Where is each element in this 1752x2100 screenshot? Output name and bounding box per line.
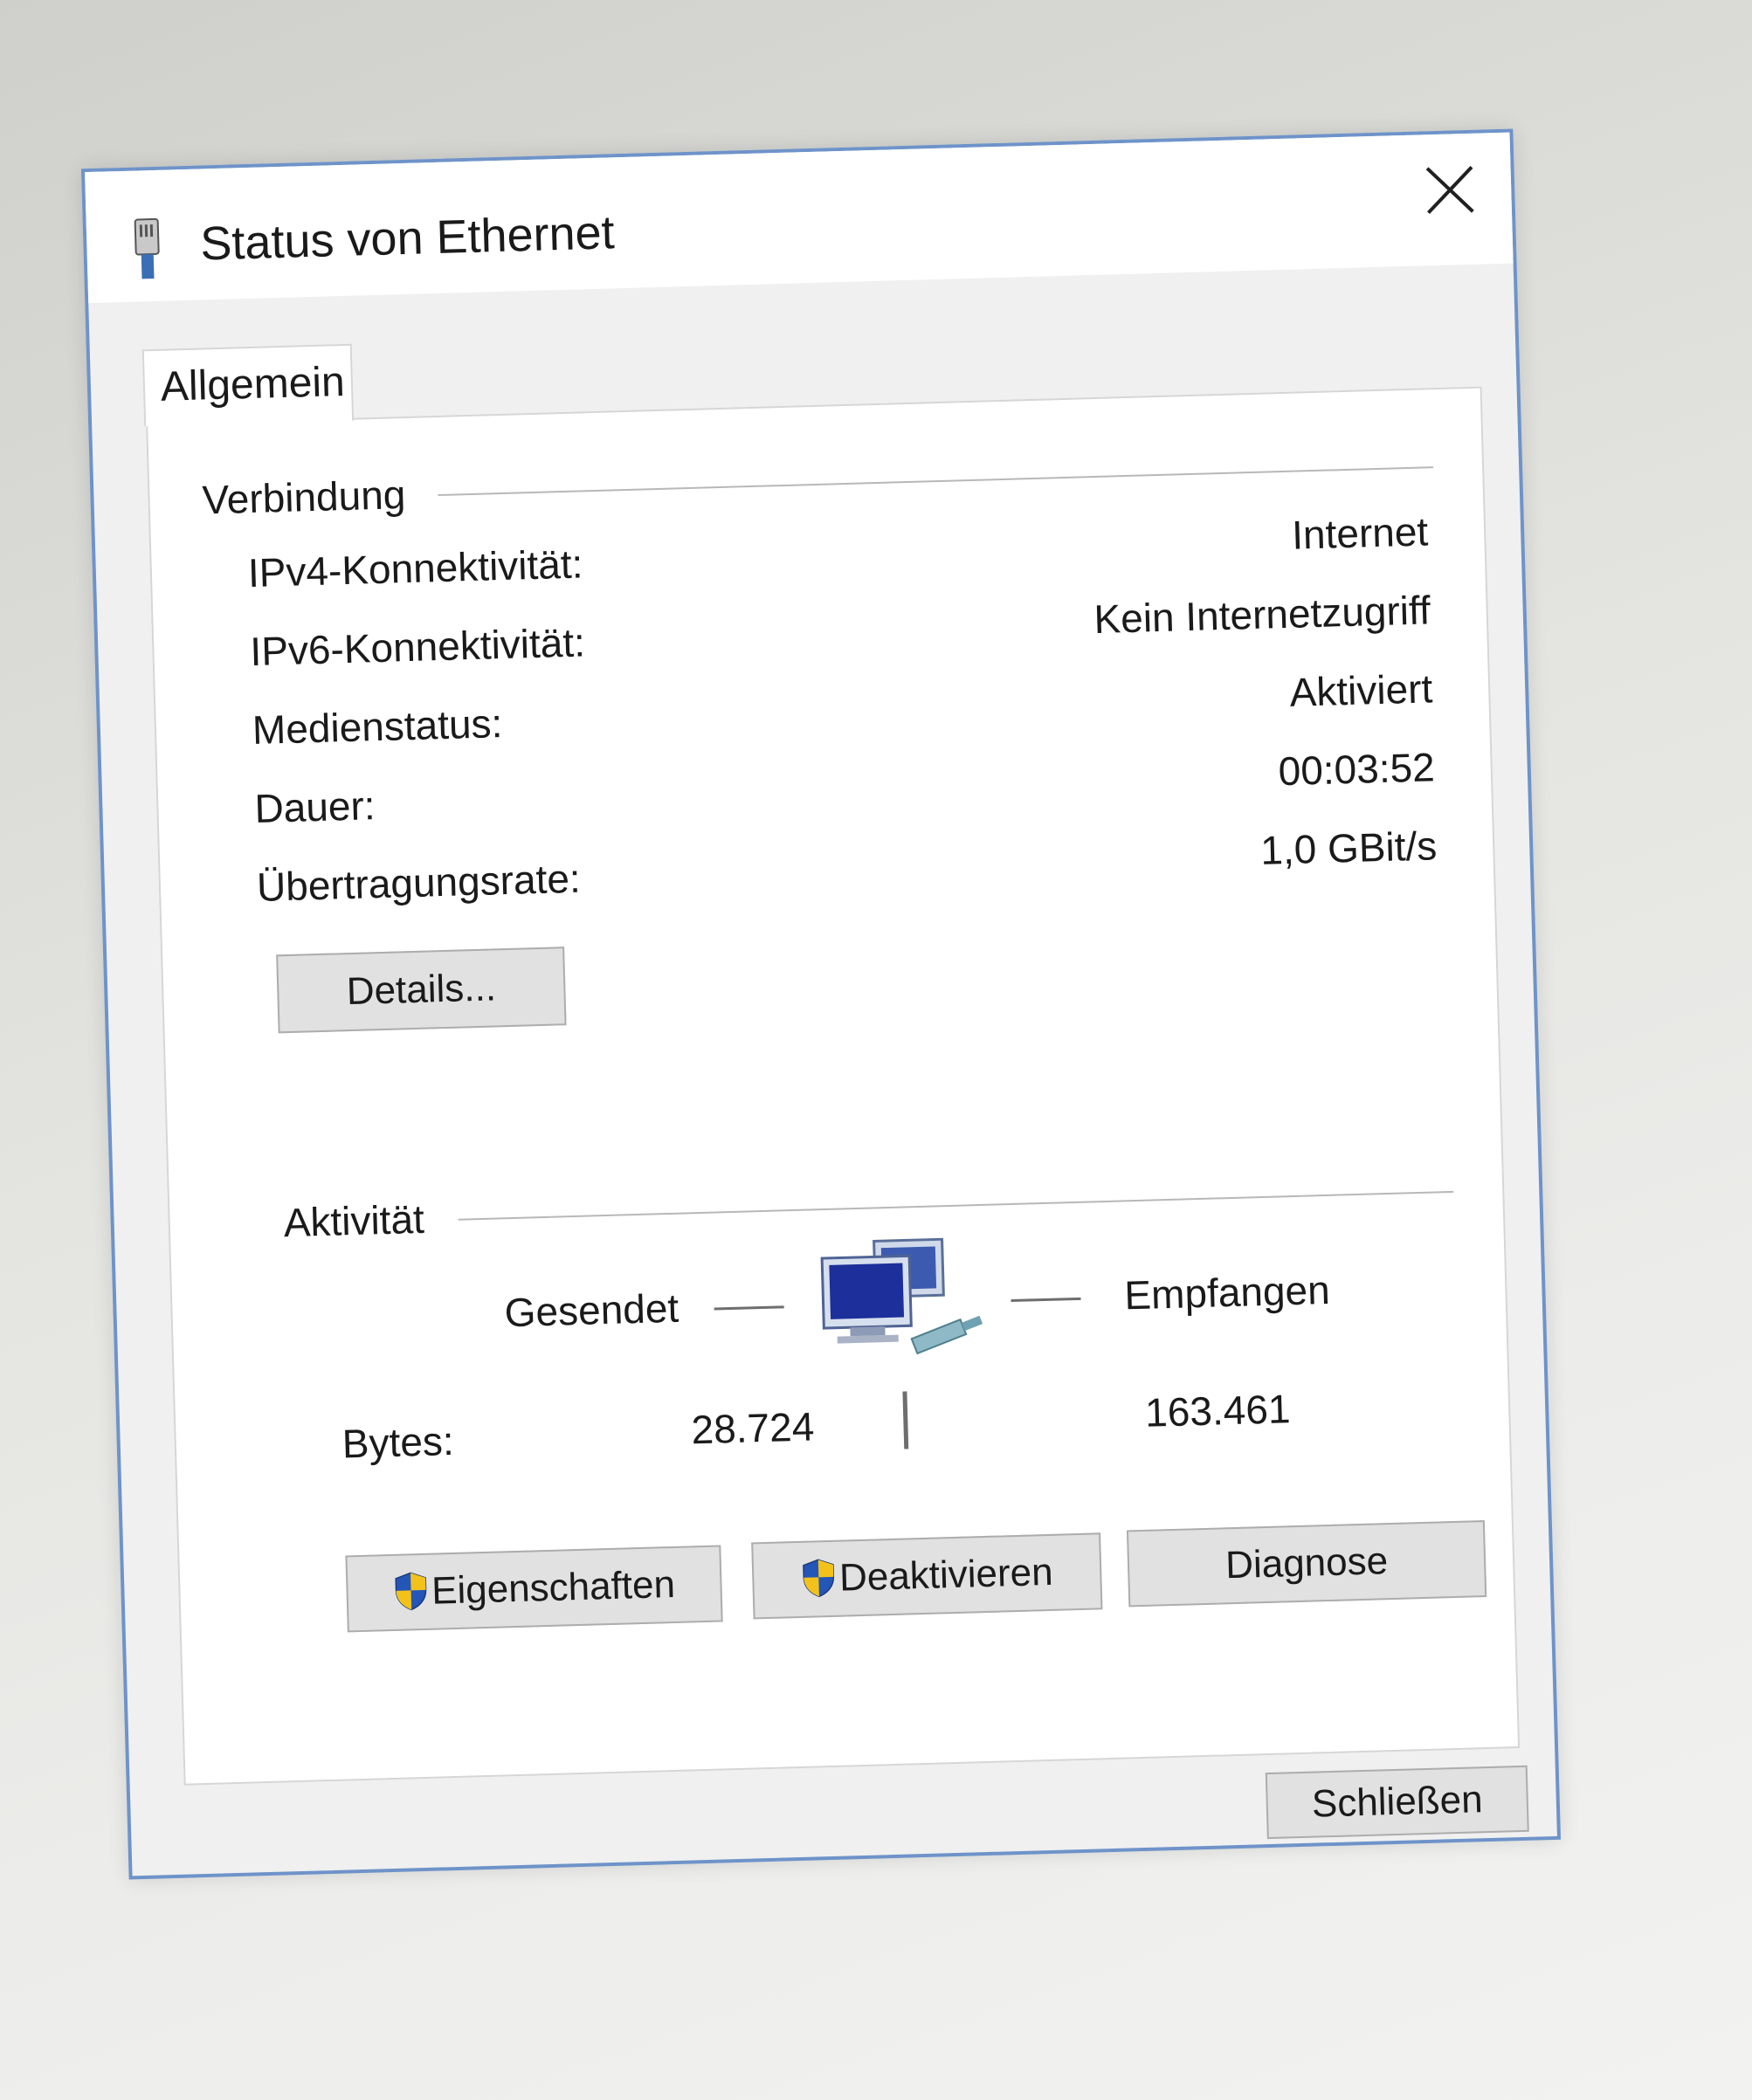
transfer-rate-label: Übertragungsrate: xyxy=(256,855,582,910)
uac-shield-icon xyxy=(394,1572,426,1611)
media-status-label: Medienstatus: xyxy=(252,700,503,754)
transfer-rate-value: 1,0 GBit/s xyxy=(1259,823,1438,873)
bytes-received-value: 163.461 xyxy=(1144,1386,1292,1436)
tab-allgemein[interactable]: Allgemein xyxy=(141,343,355,427)
disable-button-label: Deaktivieren xyxy=(838,1550,1054,1600)
received-label: Empfangen xyxy=(1123,1266,1331,1319)
sent-indicator-line xyxy=(714,1305,784,1311)
properties-button[interactable]: Eigenschaften xyxy=(345,1545,723,1633)
duration-label: Dauer: xyxy=(253,782,376,832)
properties-button-label: Eigenschaften xyxy=(431,1562,676,1613)
bytes-label: Bytes: xyxy=(341,1417,455,1467)
general-tab-panel: Verbindung IPv4-Konnektivität: Internet … xyxy=(146,386,1521,1786)
duration-value: 00:03:52 xyxy=(1277,744,1436,795)
ipv6-connectivity-value: Kein Internetzugriff xyxy=(1093,587,1431,643)
window-title: Status von Ethernet xyxy=(199,206,616,271)
activity-separator xyxy=(902,1391,909,1449)
ipv4-connectivity-value: Internet xyxy=(1291,508,1429,558)
network-computers-icon xyxy=(820,1237,983,1355)
close-window-button[interactable] xyxy=(1414,154,1486,225)
ethernet-plug-icon xyxy=(134,217,160,279)
activity-group-divider xyxy=(458,1190,1454,1221)
details-button[interactable]: Details... xyxy=(276,947,567,1034)
uac-shield-icon xyxy=(802,1559,834,1598)
connection-group-divider xyxy=(438,466,1434,497)
activity-group-heading: Aktivität xyxy=(283,1195,425,1246)
diagnose-button[interactable]: Diagnose xyxy=(1126,1520,1487,1608)
disable-button[interactable]: Deaktivieren xyxy=(751,1532,1103,1620)
ethernet-status-dialog: Status von Ethernet Allgemein Verbindung… xyxy=(80,128,1562,1880)
ipv4-connectivity-label: IPv4-Konnektivität: xyxy=(247,540,584,596)
close-button[interactable]: Schließen xyxy=(1265,1765,1529,1840)
bytes-sent-value: 28.724 xyxy=(690,1403,815,1453)
received-indicator-line xyxy=(1011,1297,1081,1303)
sent-label: Gesendet xyxy=(503,1284,679,1336)
ipv6-connectivity-label: IPv6-Konnektivität: xyxy=(249,619,586,675)
media-status-value: Aktiviert xyxy=(1288,665,1433,715)
connection-group-heading: Verbindung xyxy=(201,472,407,523)
